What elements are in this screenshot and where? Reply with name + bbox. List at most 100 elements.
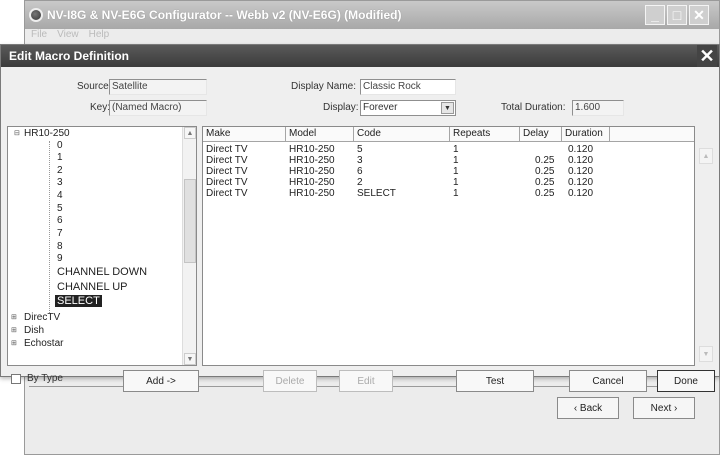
column-header-repeats[interactable]: Repeats — [450, 127, 520, 142]
macro-steps-table: Make Model Code Repeats Delay Duration D… — [202, 126, 695, 366]
cell-make: Direct TV — [206, 188, 248, 199]
cell-code: SELECT — [357, 188, 396, 199]
device-tree: ⊟ HR10-250 0 1 2 3 4 5 6 7 8 9 CHANNEL D… — [7, 126, 197, 366]
column-header-make[interactable]: Make — [203, 127, 286, 142]
wizard-nav-panel: ‹ Back Next › — [29, 386, 709, 448]
cell-code: 5 — [357, 144, 363, 155]
app-titlebar: NV-I8G & NV-E6G Configurator -- Webb v2 … — [25, 1, 719, 29]
dialog-title: Edit Macro Definition — [9, 49, 129, 63]
cell-repeats: 1 — [453, 177, 459, 188]
app-menubar: File View Help — [31, 29, 109, 40]
add-button[interactable]: Add -> — [123, 370, 199, 392]
dialog-titlebar: Edit Macro Definition — [1, 45, 719, 67]
edit-macro-dialog: Edit Macro Definition ✕ Source: Satellit… — [0, 44, 720, 392]
cell-make: Direct TV — [206, 177, 248, 188]
cell-code: 6 — [357, 166, 363, 177]
key-label: Key: — [90, 102, 111, 113]
cell-duration: 0.120 — [568, 166, 594, 177]
source-field: Satellite — [109, 79, 207, 95]
tree-branch-line — [49, 141, 50, 313]
tree-item-group[interactable]: Echostar — [24, 338, 63, 349]
tree-item-group[interactable]: Dish — [24, 325, 44, 336]
by-type-checkbox[interactable] — [11, 374, 21, 384]
tree-item-code[interactable]: 0 — [57, 140, 63, 151]
close-icon[interactable]: ✕ — [689, 5, 709, 25]
display-name-input[interactable]: Classic Rock — [360, 79, 456, 95]
tree-item-root[interactable]: HR10-250 — [24, 128, 70, 139]
tree-item-code[interactable]: 4 — [57, 190, 63, 201]
tree-item-code[interactable]: 5 — [57, 203, 63, 214]
display-name-label: Display Name: — [291, 81, 357, 92]
cell-duration: 0.120 — [568, 177, 594, 188]
cell-delay: 0.25 — [535, 177, 555, 188]
total-duration-label: Total Duration: — [501, 102, 566, 113]
cell-model: HR10-250 — [289, 166, 335, 177]
cell-make: Direct TV — [206, 155, 248, 166]
menu-view[interactable]: View — [57, 29, 79, 40]
cell-model: HR10-250 — [289, 188, 335, 199]
expand-icon[interactable]: ⊞ — [11, 326, 17, 334]
edit-button[interactable]: Edit — [339, 370, 393, 392]
cell-delay: 0.25 — [535, 188, 555, 199]
tree-item-code[interactable]: 8 — [57, 241, 63, 252]
tree-item-select[interactable]: SELECT — [55, 295, 102, 307]
cancel-button[interactable]: Cancel — [569, 370, 647, 392]
minimize-icon[interactable]: _ — [645, 5, 665, 25]
column-header-model[interactable]: Model — [286, 127, 354, 142]
chevron-down-icon[interactable]: ▼ — [441, 102, 454, 114]
scroll-down-icon[interactable]: ▼ — [699, 346, 713, 362]
done-button[interactable]: Done — [657, 370, 715, 392]
tree-scrollbar[interactable]: ▲ ▼ — [182, 127, 196, 365]
back-button[interactable]: ‹ Back — [557, 397, 619, 419]
tree-item-channel-up[interactable]: CHANNEL UP — [57, 281, 128, 293]
cell-duration: 0.120 — [568, 188, 594, 199]
scroll-up-icon[interactable]: ▲ — [184, 127, 196, 139]
cell-code: 2 — [357, 177, 363, 188]
cell-make: Direct TV — [206, 166, 248, 177]
expand-icon[interactable]: ⊞ — [11, 339, 17, 347]
cell-repeats: 1 — [453, 188, 459, 199]
table-scrollbar[interactable]: ▲ ▼ — [699, 126, 713, 366]
delete-button[interactable]: Delete — [263, 370, 317, 392]
scroll-down-icon[interactable]: ▼ — [184, 353, 196, 365]
maximize-icon[interactable]: □ — [667, 5, 687, 25]
expand-icon[interactable]: ⊞ — [11, 313, 17, 321]
cell-duration: 0.120 — [568, 144, 594, 155]
app-title: NV-I8G & NV-E6G Configurator -- Webb v2 … — [47, 8, 402, 22]
key-field: (Named Macro) — [109, 100, 207, 116]
column-header-duration[interactable]: Duration — [562, 127, 610, 142]
display-select[interactable]: Forever ▼ — [360, 100, 456, 116]
total-duration-field: 1.600 — [572, 100, 624, 116]
scroll-up-icon[interactable]: ▲ — [699, 148, 713, 164]
collapse-icon[interactable]: ⊟ — [14, 129, 20, 137]
column-header-spacer — [610, 127, 694, 142]
tree-item-code[interactable]: 9 — [57, 253, 63, 264]
menu-file[interactable]: File — [31, 29, 47, 40]
cell-duration: 0.120 — [568, 155, 594, 166]
tree-item-code[interactable]: 7 — [57, 228, 63, 239]
by-type-label: By Type — [27, 373, 63, 384]
cell-model: HR10-250 — [289, 144, 335, 155]
next-button[interactable]: Next › — [633, 397, 695, 419]
cell-model: HR10-250 — [289, 177, 335, 188]
cell-code: 3 — [357, 155, 363, 166]
tree-item-code[interactable]: 2 — [57, 165, 63, 176]
cell-delay: 0.25 — [535, 155, 555, 166]
cell-model: HR10-250 — [289, 155, 335, 166]
source-label: Source: — [77, 81, 112, 92]
display-select-value: Forever — [363, 102, 398, 113]
column-header-code[interactable]: Code — [354, 127, 450, 142]
display-label: Display: — [323, 102, 359, 113]
tree-item-code[interactable]: 1 — [57, 152, 63, 163]
cell-repeats: 1 — [453, 166, 459, 177]
test-button[interactable]: Test — [456, 370, 534, 392]
cell-make: Direct TV — [206, 144, 248, 155]
tree-item-code[interactable]: 3 — [57, 177, 63, 188]
close-icon[interactable]: ✕ — [697, 45, 717, 67]
menu-help[interactable]: Help — [89, 29, 110, 40]
scroll-thumb[interactable] — [184, 179, 196, 263]
tree-item-group[interactable]: DirecTV — [24, 312, 60, 323]
column-header-delay[interactable]: Delay — [520, 127, 562, 142]
tree-item-channel-down[interactable]: CHANNEL DOWN — [57, 266, 147, 278]
tree-item-code[interactable]: 6 — [57, 215, 63, 226]
